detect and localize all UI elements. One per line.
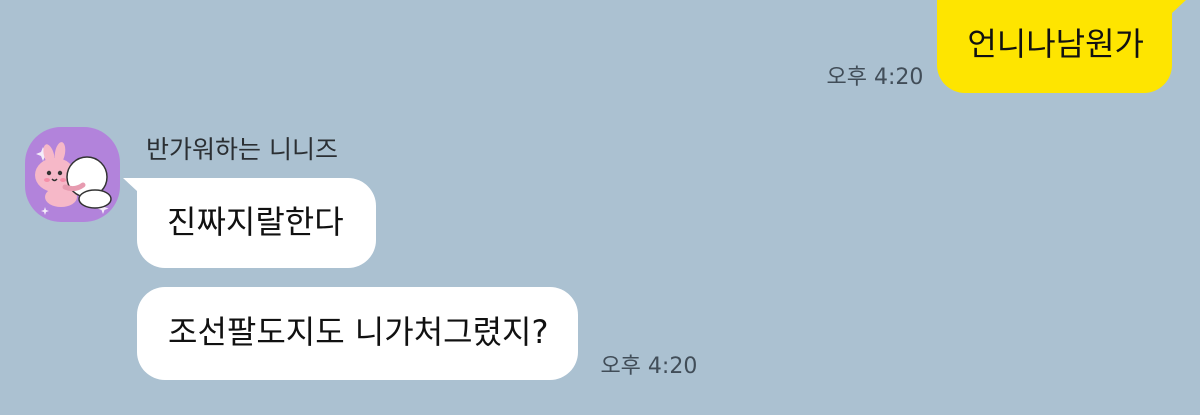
sent-message-row: 오후 4:20 언니나남원가 <box>826 0 1186 93</box>
received-message-bubble[interactable]: 진짜지랄한다 <box>123 178 376 268</box>
message-timestamp: 오후 4:20 <box>600 354 698 379</box>
bunny-hugging-pillow-icon <box>35 142 112 215</box>
sender-avatar[interactable] <box>25 127 120 222</box>
message-text: 진짜지랄한다 <box>167 203 344 241</box>
message-timestamp: 오후 4:20 <box>826 65 924 90</box>
sent-message-bubble[interactable]: 언니나남원가 <box>937 0 1186 93</box>
received-message-row: 진짜지랄한다 <box>123 178 376 268</box>
chat-room: 오후 4:20 언니나남원가 반가워하는 니니즈 진짜지랄한다 조선팔도지도 니… <box>0 0 1200 415</box>
message-text: 조선팔도지도 니가처그렸지? <box>168 313 549 351</box>
bubble-tail <box>123 178 151 204</box>
bubble-tail <box>1158 0 1186 26</box>
received-message-bubble[interactable]: 조선팔도지도 니가처그렸지? <box>137 287 579 380</box>
message-text: 언니나남원가 <box>967 25 1144 63</box>
received-message-row: 조선팔도지도 니가처그렸지? 오후 4:20 <box>137 287 697 380</box>
sender-name: 반가워하는 니니즈 <box>146 135 338 164</box>
